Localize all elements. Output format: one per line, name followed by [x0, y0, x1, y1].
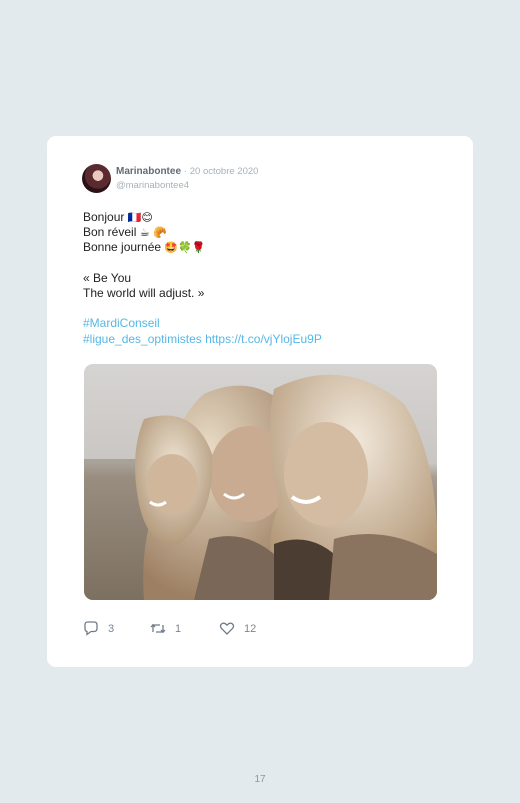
separator: ·: [183, 166, 187, 177]
tweet-header: Marinabontee · 20 octobre 2020: [116, 166, 258, 177]
retweet-action[interactable]: 1: [150, 621, 181, 636]
tweet-link[interactable]: https://t.co/vjYlojEu9P: [205, 332, 322, 346]
tweet-line-text: Bon réveil: [83, 225, 137, 240]
tweet-line: Bon réveil ☕ 🥐: [83, 225, 443, 240]
photo-image: [84, 364, 437, 600]
page-number: 17: [254, 774, 266, 785]
quote-line: « Be You: [83, 270, 132, 285]
tweet-text: Bonjour 🇫🇷😊 Bon réveil ☕ 🥐 Bonne journée…: [83, 210, 443, 347]
tweet-line-text: Bonjour: [83, 210, 125, 224]
retweet-icon: [150, 623, 166, 634]
tweet-date[interactable]: 20 octobre 2020: [190, 166, 259, 177]
retweet-count: 1: [175, 622, 182, 635]
avatar[interactable]: [82, 164, 111, 193]
hashtag-mardiconseil[interactable]: #MardiConseil: [83, 316, 160, 330]
tweet-photo[interactable]: [84, 364, 437, 600]
like-action[interactable]: 12: [219, 621, 256, 636]
author-name[interactable]: Marinabontee: [116, 166, 181, 177]
like-count: 12: [244, 622, 257, 635]
quote-line: The world will adjust. »: [83, 285, 205, 300]
heart-icon: [219, 622, 235, 635]
tweet-line-text: Bonne journée: [83, 240, 162, 255]
tweet-line-emoji: 🇫🇷😊: [127, 211, 153, 224]
tweet-line: Bonne journée 🤩🍀🌹: [83, 240, 443, 255]
tweet-card: Marinabontee · 20 octobre 2020 @marinabo…: [47, 136, 473, 667]
reply-count: 3: [108, 622, 115, 635]
tweet-line-emoji: 🤩🍀🌹: [164, 241, 206, 255]
author-handle[interactable]: @marinabontee4: [116, 180, 189, 191]
tweet-line-emoji: ☕ 🥐: [139, 226, 167, 240]
tweet-line: Bonjour 🇫🇷😊: [83, 210, 443, 225]
reply-icon: [84, 621, 98, 636]
hashtag-ligue-des-optimistes[interactable]: #ligue_des_optimistes: [83, 332, 202, 346]
reply-action[interactable]: 3: [83, 621, 114, 636]
